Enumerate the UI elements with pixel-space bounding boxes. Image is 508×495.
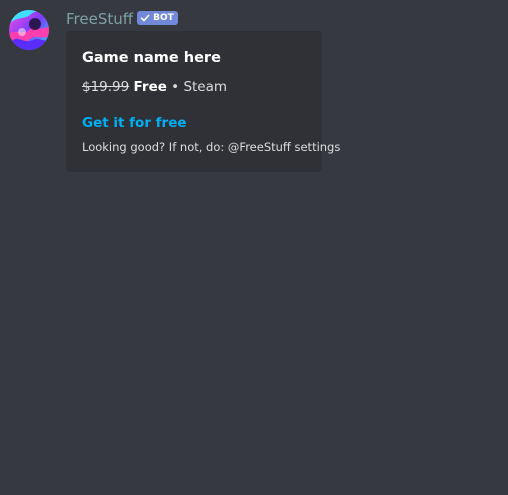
embed-title: Game name here	[82, 50, 221, 66]
game-embed: Game name here $19.99 Free • Steam Get i…	[66, 31, 340, 172]
price-line: $19.99 Free • Steam	[82, 77, 227, 97]
freestuff-avatar[interactable]	[9, 10, 49, 50]
verified-check-icon	[140, 14, 150, 22]
price-separator: •	[171, 79, 180, 95]
get-it-free-link[interactable]: Get it for free	[82, 113, 187, 133]
current-price: Free	[133, 79, 167, 95]
bot-badge: BOT	[137, 11, 178, 25]
store-name: Steam	[183, 79, 228, 95]
message-header: FreeStuff BOT	[66, 9, 178, 29]
freestuff-logo-icon	[9, 10, 49, 50]
author-name[interactable]: FreeStuff	[66, 9, 133, 29]
bot-badge-label: BOT	[153, 13, 174, 23]
original-price: $19.99	[82, 79, 130, 95]
embed-footer: Looking good? If not, do: @FreeStuff set…	[82, 140, 341, 154]
